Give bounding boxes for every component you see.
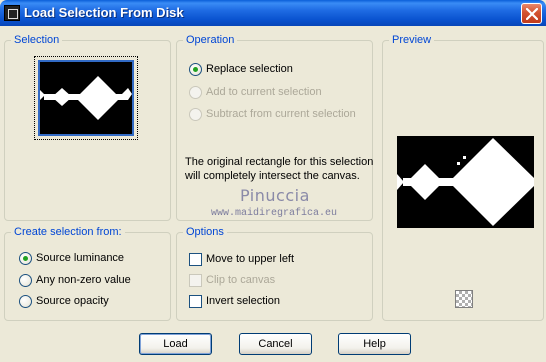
operation-info-line2: will completely intersect the canvas. — [185, 170, 360, 182]
clip-canvas-checkbox[interactable] — [189, 273, 202, 287]
subtract-selection-label: Subtract from current selection — [206, 108, 356, 120]
source-opacity-radio[interactable]: Source opacity — [19, 293, 109, 309]
nonzero-radio-button[interactable] — [19, 273, 32, 287]
watermark-url: www.maidiregrafica.eu — [211, 208, 338, 219]
invert-selection-checkbox[interactable] — [189, 294, 202, 308]
replace-selection-radio[interactable]: Replace selection — [189, 61, 293, 77]
window-title: Load Selection From Disk — [24, 5, 184, 20]
preview-group-label: Preview — [389, 33, 435, 47]
subtract-selection-radio[interactable]: Subtract from current selection — [189, 106, 356, 122]
move-upper-left-option[interactable]: Move to upper left — [189, 251, 294, 267]
replace-selection-label: Replace selection — [206, 63, 293, 75]
title-bar[interactable]: Load Selection From Disk — [0, 0, 546, 26]
move-upper-left-checkbox[interactable] — [189, 252, 202, 266]
source-luminance-label: Source luminance — [36, 252, 125, 264]
create-from-group-label: Create selection from: — [11, 225, 125, 239]
add-selection-radio[interactable]: Add to current selection — [189, 84, 322, 100]
add-selection-label: Add to current selection — [206, 86, 322, 98]
invert-selection-label: Invert selection — [206, 295, 280, 307]
non-zero-value-radio[interactable]: Any non-zero value — [19, 272, 131, 288]
luminance-radio-button[interactable] — [19, 251, 32, 265]
operation-group-label: Operation — [183, 33, 238, 47]
opacity-radio-button[interactable] — [19, 294, 32, 308]
selection-thumbnail-image — [38, 60, 134, 136]
invert-selection-option[interactable]: Invert selection — [189, 293, 280, 309]
selection-thumbnail[interactable] — [34, 56, 138, 140]
subtract-radio-button[interactable] — [189, 107, 202, 121]
selection-app-icon[interactable] — [4, 5, 20, 21]
selection-group-label: Selection — [11, 33, 63, 47]
add-radio-button[interactable] — [189, 85, 202, 99]
source-opacity-label: Source opacity — [36, 295, 109, 307]
source-luminance-radio[interactable]: Source luminance — [19, 250, 124, 266]
operation-info: The original rectangle for this selectio… — [185, 155, 375, 183]
help-button[interactable]: Help — [338, 333, 411, 355]
operation-info-line1: The original rectangle for this selectio… — [185, 156, 374, 168]
close-icon — [526, 8, 538, 20]
cancel-button[interactable]: Cancel — [239, 333, 312, 355]
watermark-name: Pinuccia — [240, 186, 310, 205]
non-zero-value-label: Any non-zero value — [36, 274, 131, 286]
close-button[interactable] — [521, 3, 542, 24]
preview-shape — [397, 136, 534, 228]
options-group-label: Options — [183, 225, 227, 239]
load-button[interactable]: Load — [139, 333, 212, 355]
clip-canvas-label: Clip to canvas — [206, 274, 276, 286]
move-upper-left-label: Move to upper left — [206, 253, 295, 265]
replace-radio-button[interactable] — [189, 62, 202, 76]
clip-canvas-option[interactable]: Clip to canvas — [189, 272, 275, 288]
selection-shape — [40, 62, 132, 134]
preview-image — [397, 136, 534, 228]
checkerboard-icon[interactable] — [455, 290, 473, 308]
